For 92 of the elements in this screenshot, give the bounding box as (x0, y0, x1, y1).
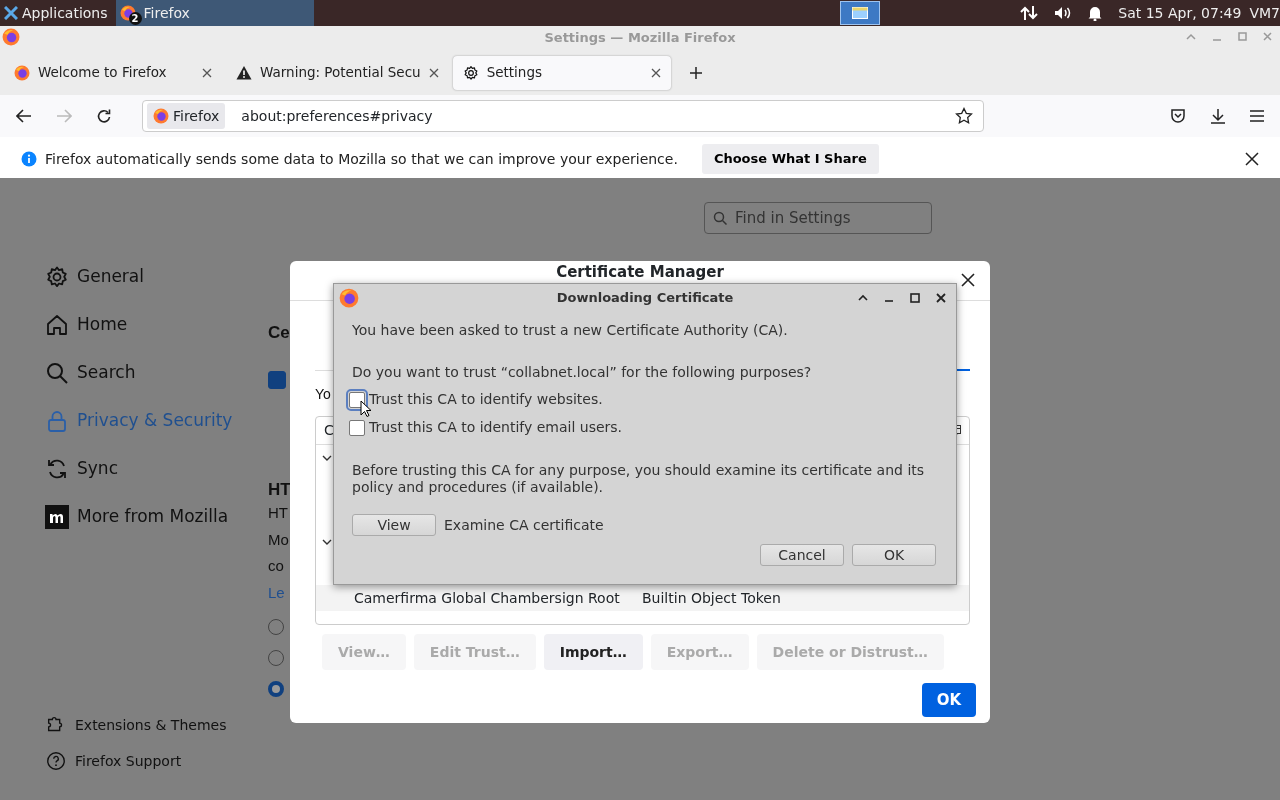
view-button[interactable]: View (352, 514, 436, 536)
reload-icon[interactable] (96, 108, 112, 124)
volume-icon[interactable] (1054, 5, 1073, 21)
gear-icon (45, 265, 69, 289)
close-icon[interactable] (961, 273, 975, 287)
dialog-button[interactable]: Import… (543, 634, 643, 670)
home-icon (45, 313, 69, 337)
gear-icon (462, 64, 479, 81)
tab-label: Warning: Potential Secu (260, 63, 421, 83)
notification-message: Firefox automatically sends some data to Mozilla so that we can improve your experience. (45, 149, 678, 169)
back-icon[interactable] (16, 109, 32, 123)
taskbar-button[interactable]: 2 Firefox (115, 0, 314, 26)
checkbox-label: Trust this CA to identify email users. (369, 418, 623, 437)
window-title: Settings — Mozilla Firefox (544, 29, 736, 48)
bell-icon[interactable] (1088, 5, 1103, 21)
chevron-up-icon[interactable] (858, 294, 868, 302)
pocket-icon[interactable] (1170, 108, 1186, 124)
address-bar[interactable]: Firefox about:preferences#privacy (142, 100, 984, 132)
plus-icon[interactable] (688, 65, 703, 80)
checkbox[interactable] (349, 419, 365, 436)
body-text: HT (268, 503, 288, 523)
warning-icon (236, 65, 252, 80)
sidebar-link[interactable]: Firefox Support (45, 743, 268, 779)
close-icon[interactable] (650, 67, 661, 78)
column-header[interactable]: C (324, 420, 334, 441)
tab-indicator (957, 369, 970, 371)
radio-button[interactable] (268, 681, 284, 697)
checkbox[interactable] (268, 370, 286, 389)
ok-button[interactable]: OK (922, 683, 976, 717)
table-row[interactable]: Camerfirma Global Chambersign Root Builtin Object Token (316, 585, 969, 611)
search-icon (45, 361, 69, 385)
x-logo-icon[interactable] (4, 6, 18, 20)
url-text: about:preferences#privacy (241, 106, 434, 126)
window-icon (852, 7, 869, 19)
close-icon[interactable] (936, 293, 946, 303)
search-icon (713, 211, 727, 225)
padlock-icon (45, 409, 69, 433)
task-label: Firefox (143, 3, 190, 23)
letter-m-icon (45, 505, 69, 529)
user-name: VM7 (1249, 3, 1280, 23)
dialog-title: Certificate Manager (556, 264, 724, 281)
close-icon[interactable] (202, 67, 212, 78)
applications-menu[interactable]: Applications (22, 2, 108, 24)
download-icon[interactable] (1210, 108, 1226, 124)
info-icon (21, 151, 37, 167)
security-device: Builtin Object Token (642, 588, 781, 608)
identity-button[interactable]: Firefox (147, 103, 226, 129)
body-text: co (268, 556, 284, 576)
tab-label: Welcome to Firefox (38, 63, 168, 83)
network-icon[interactable] (1020, 5, 1039, 21)
dialog-text: Do you want to trust “collabnet.local” for the following purposes? (352, 363, 812, 382)
firefox-icon (339, 288, 359, 308)
clock[interactable]: Sat 15 Apr, 07:49 (1118, 2, 1242, 24)
body-text: Mo (268, 529, 289, 550)
browser-tab[interactable]: Welcome to Firefox (4, 55, 222, 90)
close-icon[interactable] (1245, 152, 1259, 166)
browser-tab[interactable]: Settings (452, 55, 671, 90)
maximize-icon[interactable] (910, 293, 920, 303)
caption-text: Examine CA certificate (444, 515, 604, 535)
section-heading: HT (268, 478, 291, 501)
firefox-icon (14, 64, 30, 81)
section-heading: Ce (268, 322, 290, 344)
intro-text: Yo (315, 385, 331, 404)
browser-tab[interactable]: Warning: Potential Secu (226, 55, 449, 90)
checkbox[interactable] (349, 391, 365, 408)
firefox-icon (2, 28, 20, 46)
search-placeholder: Find in Settings (735, 207, 851, 229)
star-icon[interactable] (955, 107, 973, 125)
chevron-down-icon[interactable] (322, 455, 332, 462)
cursor-icon (360, 400, 371, 417)
help-icon (45, 750, 67, 772)
sidebar-item[interactable]: Home (45, 301, 268, 349)
close-icon[interactable] (428, 67, 439, 78)
sidebar-item[interactable]: Sync (45, 445, 268, 493)
sidebar-item[interactable]: General (45, 253, 268, 301)
dialog-text: Before trusting this CA for any purpose, you should examine its certificate and its policy and procedures (if available). (352, 462, 926, 496)
ok-button[interactable]: OK (852, 544, 936, 566)
tab-label: Settings (486, 63, 543, 83)
chevron-down-icon[interactable] (322, 539, 332, 546)
certificate-name[interactable]: Camerfirma Global Chambersign Root (354, 587, 642, 609)
firefox-icon (153, 108, 169, 124)
dialog-title: Downloading Certificate (556, 289, 734, 308)
sidebar-link[interactable]: Extensions & Themes (45, 707, 268, 743)
workspace-switcher[interactable] (840, 1, 881, 25)
checkbox-label: Trust this CA to identify websites. (369, 390, 603, 409)
sidebar-item[interactable]: More from Mozilla (45, 493, 268, 541)
sidebar-item[interactable]: Search (45, 349, 268, 397)
dialog-text: You have been asked to trust a new Certificate Authority (CA). (352, 321, 788, 340)
choose-what-i-share-button[interactable]: Choose What I Share (701, 144, 879, 174)
cancel-button[interactable]: Cancel (760, 544, 844, 566)
menu-icon[interactable] (1250, 110, 1264, 122)
sync-icon (45, 457, 69, 481)
